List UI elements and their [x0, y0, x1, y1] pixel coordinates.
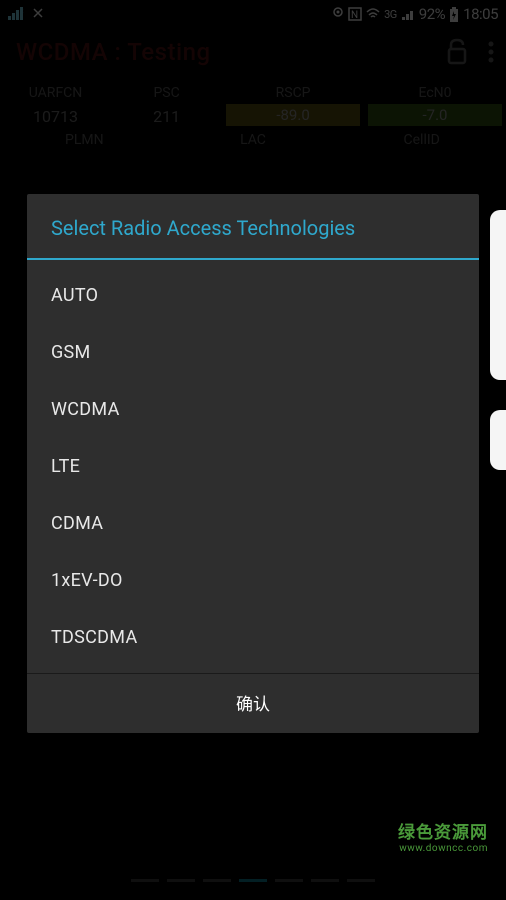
option-gsm[interactable]: GSM: [27, 324, 479, 381]
option-cdma[interactable]: CDMA: [27, 495, 479, 552]
option-tdscdma[interactable]: TDSCDMA: [27, 609, 479, 666]
option-1xevdo[interactable]: 1xEV-DO: [27, 552, 479, 609]
watermark-url: www.downcc.com: [398, 843, 488, 854]
rat-select-dialog: Select Radio Access Technologies AUTO GS…: [27, 194, 479, 733]
option-wcdma[interactable]: WCDMA: [27, 381, 479, 438]
option-auto[interactable]: AUTO: [27, 267, 479, 324]
edge-panel-handle[interactable]: [490, 210, 506, 380]
watermark: 绿色资源网 www.downcc.com: [398, 818, 488, 854]
dialog-list: AUTO GSM WCDMA LTE CDMA 1xEV-DO TDSCDMA: [27, 260, 479, 673]
confirm-button[interactable]: 确认: [27, 673, 479, 733]
option-lte[interactable]: LTE: [27, 438, 479, 495]
dialog-title: Select Radio Access Technologies: [27, 194, 479, 260]
watermark-text: 绿色资源网: [398, 818, 488, 843]
